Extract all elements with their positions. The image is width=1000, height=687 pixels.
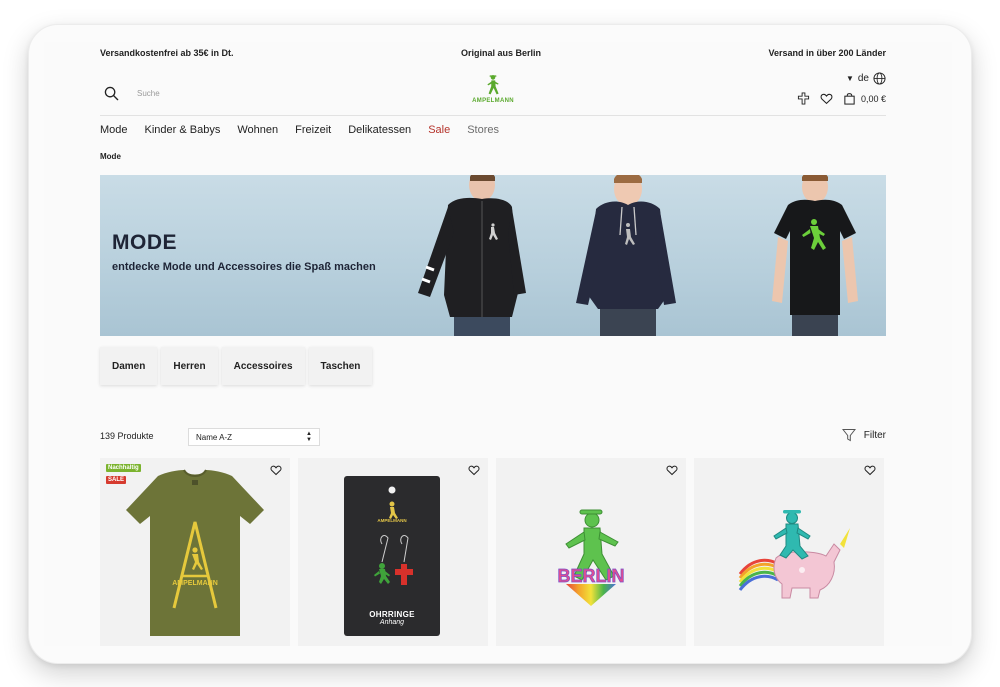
funnel-icon [841,429,856,442]
nav-item-mode[interactable]: Mode [100,124,128,136]
wishlist-heart-icon[interactable] [864,464,876,476]
category-herren[interactable]: Herren [161,347,218,385]
listing-toolbar: 139 Produkte Name A-Z ▲ ▼ Filter [100,427,886,447]
wishlist-heart-icon[interactable] [666,464,678,476]
berlin-pin-image: BERLIN [557,509,625,606]
product-card[interactable]: BERLIN [496,458,686,646]
product-card[interactable]: AMPELMANN Nachhaltig SALE [100,458,290,646]
cart-button[interactable]: 0,00 € [843,92,886,105]
nav-item-delikatessen[interactable]: Delikatessen [348,124,411,136]
product-card[interactable]: AMPELMANN OHRRINGE Anhang [298,458,488,646]
banner-subtitle: entdecke Mode und Accessoires die Spaß m… [112,261,376,273]
nav-item-kinder-babys[interactable]: Kinder & Babys [145,124,221,136]
sort-value: Name A-Z [196,432,233,442]
nav-item-stores[interactable]: Stores [467,124,499,136]
pin-text: BERLIN [558,566,625,586]
category-damen[interactable]: Damen [100,347,158,385]
unicorn-pin-image [738,510,850,599]
subcategory-list: Damen Herren Accessoires Taschen [100,347,886,385]
package-label: OHRRINGE Anhang [344,610,440,626]
package-subtitle: Anhang [379,619,405,626]
header-actions: 0,00 € [797,92,886,105]
category-accessoires[interactable]: Accessoires [221,347,305,385]
nav-item-wohnen[interactable]: Wohnen [237,124,278,136]
product-count: 139 Produkte [100,431,154,441]
search-icon[interactable] [104,86,119,101]
package-title: OHRRINGE [369,610,415,619]
shipping-free-note: Versandkostenfrei ab 35€ in Dt. [100,48,234,58]
package-brand: AMPELMANN [377,518,407,523]
filter-button[interactable]: Filter [841,428,886,442]
language-label: de [857,73,869,84]
shopping-bag-icon [844,93,855,105]
product-card[interactable] [694,458,884,646]
product-grid: AMPELMANN Nachhaltig SALE AMPELMANN OHRR… [100,458,886,646]
search-bar [104,86,227,101]
nav-item-sale[interactable]: Sale [428,124,450,136]
browser-screen: Versandkostenfrei ab 35€ in Dt. Original… [44,42,952,646]
sort-arrows-icon: ▲ ▼ [306,431,312,443]
category-taschen[interactable]: Taschen [308,347,373,385]
ampelmann-red-icon[interactable] [797,92,810,105]
ampelmann-logo[interactable]: AMPELMANN [470,74,516,104]
language-selector[interactable]: ▼ de [846,72,886,85]
cart-total: 0,00 € [860,93,886,104]
olive-tshirt-image: AMPELMANN [126,469,264,636]
sort-select[interactable]: Name A-Z ▲ ▼ [188,428,320,446]
breadcrumb[interactable]: Mode [100,152,886,161]
ampelmann-figure-icon [487,75,499,95]
badge-nachhaltig: Nachhaltig [106,464,141,472]
wishlist-heart-icon[interactable] [270,464,282,476]
worldwide-shipping-note: Versand in über 200 Länder [768,48,886,58]
site-header: AMPELMANN ▼ de 0,00 € [100,72,886,118]
chevron-down-icon: ▼ [845,74,854,83]
banner-text: MODE entdecke Mode und Accessoires die S… [112,231,376,273]
tshirt-print-text: AMPELMANN [172,580,218,587]
filter-label: Filter [863,429,886,441]
wishlist-heart-icon[interactable] [820,92,833,105]
logo-text: AMPELMANN [472,98,514,104]
nav-item-freizeit[interactable]: Freizeit [295,124,331,136]
header-divider [100,115,886,116]
globe-icon [873,72,886,85]
banner-models-image [418,175,858,336]
banner-title: MODE [112,231,177,254]
top-info-bar: Versandkostenfrei ab 35€ in Dt. Original… [100,46,886,60]
wishlist-heart-icon[interactable] [468,464,480,476]
category-banner: MODE entdecke Mode und Accessoires die S… [100,175,886,336]
badge-sale: SALE [106,476,127,484]
main-navigation: Mode Kinder & Babys Wohnen Freizeit Deli… [100,122,886,138]
origin-note: Original aus Berlin [460,48,542,58]
search-input[interactable] [137,89,227,98]
